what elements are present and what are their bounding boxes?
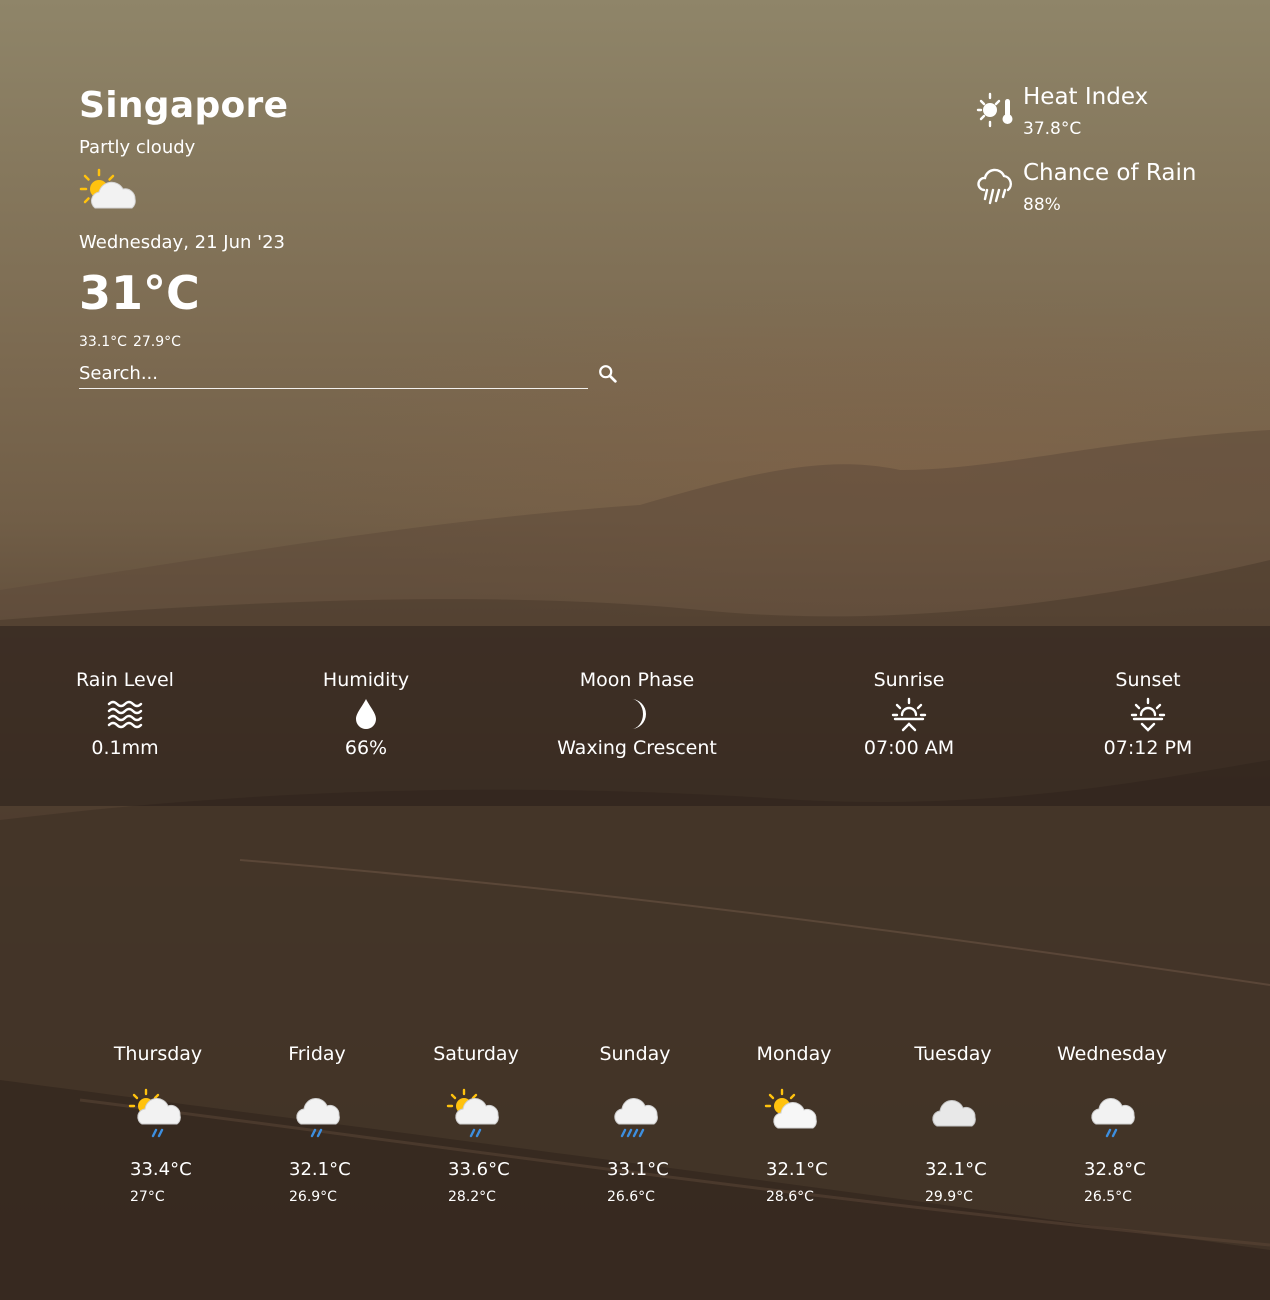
stat-label: Sunset (1115, 669, 1181, 691)
search-bar (79, 359, 617, 389)
forecast-day: Wednesday 32.8°C 26.5°C (1037, 1042, 1187, 1206)
partly-cloudy-icon (79, 168, 136, 209)
sunset-icon (1130, 697, 1166, 732)
stat-label: Humidity (322, 669, 410, 691)
stat-value: 07:12 PM (1103, 737, 1193, 759)
stat-sunset: Sunset 07:12 PM (1028, 668, 1268, 760)
rain-cloud-icon (977, 168, 1012, 205)
current-date: Wednesday, 21 Jun '23 (79, 232, 285, 253)
chance-of-rain-value: 88% (1023, 195, 1061, 215)
heat-index-value: 37.8°C (1023, 119, 1082, 139)
min-temperature: 27.9°C (132, 334, 181, 350)
city-name: Singapore (79, 85, 289, 126)
droplet-icon (356, 699, 376, 729)
forecast-max-temp: 32.8°C (1084, 1159, 1146, 1180)
max-temperature: 33.1°C (79, 334, 127, 350)
condition-text: Partly cloudy (79, 137, 196, 158)
chance-of-rain-label: Chance of Rain (1023, 160, 1197, 186)
forecast-day: Thursday 33.4°C 27°C (83, 1042, 233, 1206)
stat-label: Sunrise (873, 669, 945, 691)
stat-sunrise: Sunrise 07:00 AM (789, 668, 1029, 760)
forecast-day: Friday 32.1°C 26.9°C (242, 1042, 392, 1206)
heat-index: Heat Index 37.8°C (976, 82, 1236, 158)
weather-stats-bar: Rain Level 0.1mm Humidity 66% Moon Phase… (0, 626, 1270, 806)
cloud-rain-icon (296, 1098, 340, 1138)
stat-label: Rain Level (76, 669, 174, 691)
current-temperature: 31°C (79, 266, 200, 320)
stat-label: Moon Phase (579, 669, 695, 691)
forecast-max-temp: 32.1°C (766, 1159, 828, 1180)
current-weather: Singapore Partly cloudy Wednesday, 21 Ju… (79, 84, 639, 389)
sun-cloud-rain-icon (128, 1088, 181, 1138)
search-input[interactable] (79, 359, 588, 387)
forecast-max-temp: 32.1°C (925, 1159, 987, 1180)
search-icon[interactable] (597, 363, 619, 385)
cloud-heavy-rain-icon (614, 1098, 658, 1138)
stat-value: Waxing Crescent (557, 737, 717, 759)
forecast-min-temp: 26.6°C (607, 1189, 655, 1205)
forecast-day: Sunday 33.1°C 26.6°C (560, 1042, 710, 1206)
forecast-day: Monday 32.1°C 28.6°C (719, 1042, 869, 1206)
forecast-day-name: Wednesday (1056, 1043, 1167, 1065)
crescent-moon-icon (631, 699, 646, 729)
forecast-day-name: Sunday (599, 1043, 671, 1065)
forecast-min-temp: 28.2°C (448, 1189, 496, 1205)
forecast-day-name: Thursday (113, 1043, 203, 1065)
stat-value: 07:00 AM (863, 737, 955, 759)
sunrise-icon (891, 697, 927, 732)
forecast-min-temp: 27°C (130, 1189, 165, 1205)
forecast-min-temp: 28.6°C (766, 1189, 814, 1205)
stat-humidity: Humidity 66% (246, 668, 486, 760)
forecast-min-temp: 26.9°C (289, 1189, 337, 1205)
cloud-icon (932, 1100, 976, 1127)
forecast-day: Tuesday 32.1°C 29.9°C (878, 1042, 1028, 1206)
weekly-forecast: Thursday 33.4°C 27°C Friday 32.1°C 26.9°… (0, 1042, 1270, 1242)
cloud-rain-icon (1091, 1098, 1135, 1138)
forecast-max-temp: 33.6°C (448, 1159, 510, 1180)
sun-cloud-icon (764, 1088, 817, 1129)
stat-moon-phase: Moon Phase Waxing Crescent (517, 668, 757, 760)
waves-icon (107, 700, 143, 729)
heat-index-icon (976, 92, 1013, 128)
forecast-day-name: Saturday (433, 1043, 519, 1065)
forecast-max-temp: 32.1°C (289, 1159, 351, 1180)
stat-rain-level: Rain Level 0.1mm (5, 668, 245, 760)
forecast-min-temp: 29.9°C (925, 1189, 973, 1205)
stat-value: 66% (344, 737, 388, 759)
forecast-day-name: Monday (756, 1043, 832, 1065)
min-max-temperature: 33.1°C 27.9°C (79, 333, 639, 351)
stat-value: 0.1mm (91, 737, 159, 759)
forecast-day-name: Friday (288, 1043, 346, 1065)
forecast-min-temp: 26.5°C (1084, 1189, 1132, 1205)
heat-index-label: Heat Index (1023, 84, 1149, 110)
sun-cloud-rain-icon (446, 1088, 499, 1138)
forecast-day: Saturday 33.6°C 28.2°C (401, 1042, 551, 1206)
forecast-max-temp: 33.1°C (607, 1159, 669, 1180)
forecast-day-name: Tuesday (914, 1043, 992, 1065)
side-details: Heat Index 37.8°C Chance of Rain 88% (976, 82, 1236, 234)
chance-of-rain: Chance of Rain 88% (976, 158, 1236, 234)
forecast-max-temp: 33.4°C (130, 1159, 192, 1180)
